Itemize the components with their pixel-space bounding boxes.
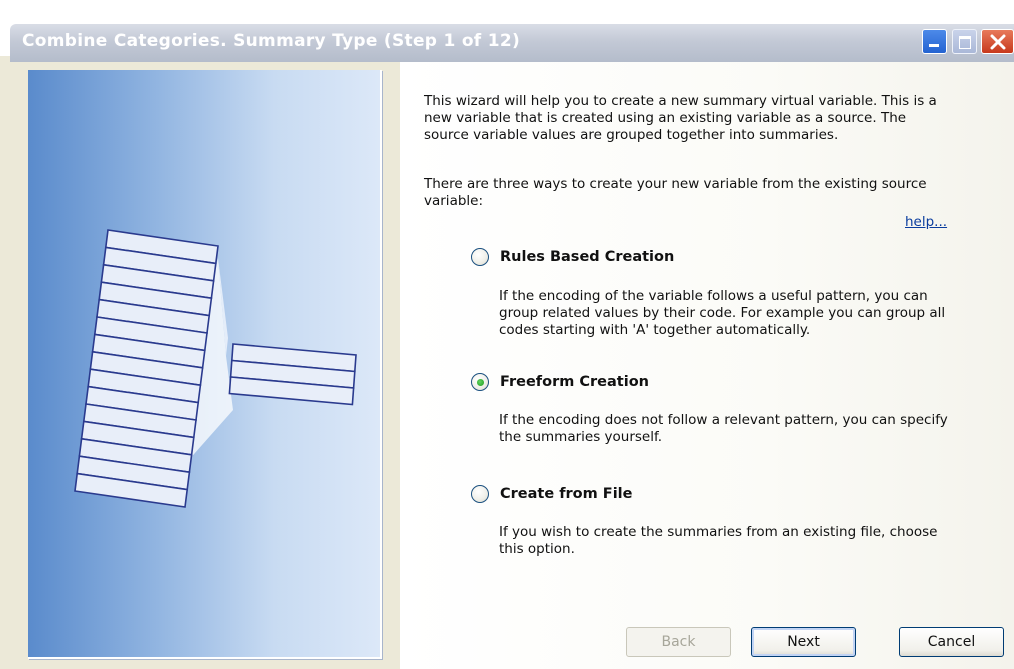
- option-label: Rules Based Creation: [500, 249, 675, 265]
- next-button[interactable]: Next: [751, 627, 856, 657]
- option-description: If the encoding does not follow a releva…: [499, 412, 948, 445]
- maximize-icon: [952, 29, 977, 54]
- minimize-icon[interactable]: [922, 29, 947, 54]
- option-label: Create from File: [500, 486, 633, 502]
- wizard-window: Combine Categories. Summary Type (Step 1…: [0, 0, 1014, 669]
- option-rules-based[interactable]: Rules Based Creation: [471, 246, 674, 268]
- ways-text: There are three ways to create your new …: [424, 176, 927, 209]
- radio-freeform[interactable]: [471, 373, 489, 391]
- radio-create-from-file[interactable]: [471, 485, 489, 503]
- close-icon[interactable]: [981, 29, 1014, 54]
- wizard-content: This wizard will help you to create a ne…: [400, 62, 1014, 669]
- option-description: If you wish to create the summaries from…: [499, 524, 938, 557]
- option-label: Freeform Creation: [500, 374, 649, 390]
- intro-text: This wizard will help you to create a ne…: [424, 93, 937, 143]
- left-frame: [10, 62, 385, 669]
- window-title: Combine Categories. Summary Type (Step 1…: [22, 31, 521, 51]
- option-create-from-file[interactable]: Create from File: [471, 483, 632, 505]
- cancel-button[interactable]: Cancel: [899, 627, 1004, 657]
- option-freeform[interactable]: Freeform Creation: [471, 371, 649, 393]
- option-description: If the encoding of the variable follows …: [499, 288, 946, 338]
- back-button: Back: [626, 627, 731, 657]
- title-bar[interactable]: Combine Categories. Summary Type (Step 1…: [0, 0, 1014, 62]
- illustration-panel: [28, 70, 382, 659]
- radio-rules-based[interactable]: [471, 248, 489, 266]
- help-link[interactable]: help...: [905, 214, 947, 230]
- summary-illustration: [74, 229, 357, 508]
